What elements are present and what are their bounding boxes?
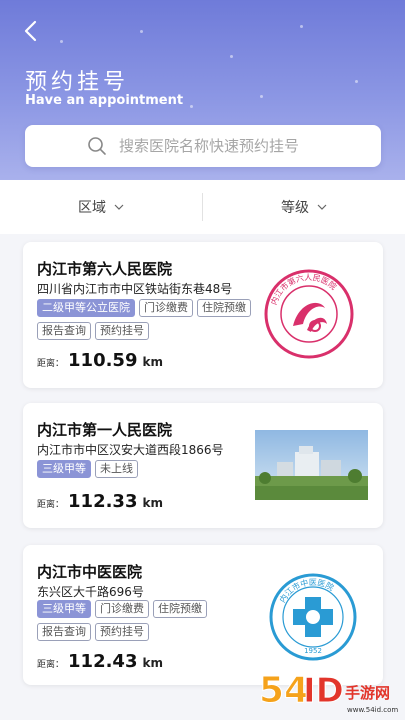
decor-dot	[60, 40, 63, 43]
page-title: 预约挂号	[25, 70, 130, 95]
search-input[interactable]	[119, 137, 319, 155]
tag: 三级甲等	[37, 600, 91, 618]
tag: 报告查询	[37, 322, 91, 340]
decor-dot	[230, 55, 233, 58]
distance-unit: km	[142, 355, 163, 369]
filter-region[interactable]: 区域	[0, 197, 202, 217]
filter-level-label: 等级	[281, 200, 309, 216]
hospital-distance: 距离： 112.43 km	[37, 651, 163, 672]
svg-text:ID: ID	[303, 671, 344, 711]
hospital-address: 内江市市中区汉安大道西段1866号	[37, 443, 224, 457]
hospital-tags: 三级甲等 门诊缴费 住院预缴 报告查询 预约挂号	[37, 600, 252, 641]
chevron-down-icon	[114, 204, 124, 210]
distance-value: 110.59	[68, 350, 138, 371]
hospital-distance: 距离： 110.59 km	[37, 350, 163, 371]
tag: 三级甲等	[37, 460, 91, 478]
page-subtitle: Have an appointment	[25, 93, 184, 108]
tag: 预约挂号	[95, 322, 149, 340]
logo-year: 1952	[304, 647, 322, 655]
tag: 预约挂号	[95, 623, 149, 641]
search-bar[interactable]	[25, 125, 381, 167]
search-icon	[88, 137, 106, 155]
back-button[interactable]	[20, 18, 44, 44]
tag: 住院预缴	[153, 600, 207, 618]
filter-level[interactable]: 等级	[203, 197, 405, 217]
hospital-logo: 内江市第六人民医院	[264, 269, 354, 359]
hospital-name: 内江市中医医院	[37, 563, 143, 581]
hospital-name: 内江市第一人民医院	[37, 421, 173, 439]
distance-unit: km	[142, 656, 163, 670]
hospital-address: 东兴区大千路696号	[37, 585, 144, 599]
tag: 未上线	[95, 460, 138, 478]
site-watermark-logo: 54 ID 手游网 www.54id.com	[259, 670, 399, 715]
decor-dot	[260, 95, 263, 98]
distance-unit: km	[142, 496, 163, 510]
distance-value: 112.43	[68, 651, 138, 672]
hospital-distance: 距离： 112.33 km	[37, 491, 163, 512]
hospital-address: 四川省内江市市中区铁站街东巷48号	[37, 282, 233, 296]
filter-region-label: 区域	[78, 200, 106, 216]
tag: 二级甲等公立医院	[37, 299, 135, 317]
hospital-card[interactable]: 内江市第六人民医院 四川省内江市市中区铁站街东巷48号 二级甲等公立医院 门诊缴…	[23, 242, 383, 388]
tag: 住院预缴	[197, 299, 251, 317]
decor-dot	[300, 25, 303, 28]
svg-text:www.54id.com: www.54id.com	[347, 706, 398, 714]
chevron-left-icon	[24, 20, 37, 42]
distance-label: 距离：	[37, 500, 65, 510]
hospital-tags: 二级甲等公立医院 门诊缴费 住院预缴 报告查询 预约挂号	[37, 299, 252, 340]
tag: 报告查询	[37, 623, 91, 641]
svg-text:手游网: 手游网	[345, 684, 390, 702]
tag: 门诊缴费	[95, 600, 149, 618]
hospital-building-image	[255, 430, 368, 500]
chevron-down-icon	[317, 204, 327, 210]
distance-label: 距离：	[37, 359, 65, 369]
decor-dot	[140, 30, 143, 33]
distance-value: 112.33	[68, 491, 138, 512]
hospital-tags: 三级甲等 未上线	[37, 460, 252, 478]
hospital-logo: 内江市中医医院 1952	[269, 573, 357, 661]
decor-dot	[190, 105, 193, 108]
tag: 门诊缴费	[139, 299, 193, 317]
hospital-card[interactable]: 内江市第一人民医院 内江市市中区汉安大道西段1866号 三级甲等 未上线 距离：…	[23, 403, 383, 528]
decor-dot	[355, 80, 358, 83]
hospital-name: 内江市第六人民医院	[37, 260, 173, 278]
distance-label: 距离：	[37, 660, 65, 670]
filter-bar: 区域 等级	[0, 180, 405, 234]
svg-text:54: 54	[259, 670, 309, 711]
